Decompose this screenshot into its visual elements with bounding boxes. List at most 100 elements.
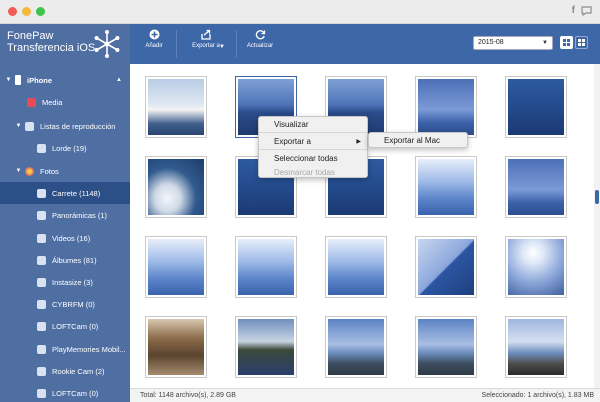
sidebar-item-label: Panorámicas (1) <box>52 210 108 220</box>
vertical-scrollbar[interactable] <box>594 64 600 388</box>
sidebar-item-label: Álbumes (81) <box>52 255 97 265</box>
sidebar-item-playlists[interactable]: ▼ Listas de reproducción <box>0 115 130 137</box>
photo-image <box>148 159 204 215</box>
close-window-button[interactable] <box>8 7 17 16</box>
photo-thumbnail[interactable] <box>235 236 297 298</box>
photo-thumbnail[interactable] <box>325 316 387 378</box>
sidebar-item-label: LOFTCam (0) <box>52 321 99 331</box>
photo-thumbnail[interactable] <box>235 316 297 378</box>
sidebar-item-panoramas[interactable]: Panorámicas (1) <box>0 204 130 226</box>
photo-image <box>418 319 474 375</box>
menu-item-select-all[interactable]: Seleccionar todas <box>259 151 367 165</box>
toolbar-separator <box>236 30 237 58</box>
toolbar: Añadir Exportar a ▼ Actualizar 2015-08 ▼ <box>130 24 600 64</box>
photo-image <box>508 79 564 135</box>
playlist-icon <box>25 121 34 131</box>
snowflake-logo-icon <box>94 30 120 58</box>
sidebar-item-camera-roll[interactable]: Carrete (1148) <box>0 182 130 204</box>
sidebar-item-label: Rookie Cam (2) <box>52 366 105 376</box>
album-icon <box>37 321 46 331</box>
facebook-icon[interactable]: f <box>572 5 575 16</box>
sidebar-item-label: PlayMemories Mobil... <box>52 344 126 354</box>
photo-thumbnail[interactable] <box>415 236 477 298</box>
minimize-window-button[interactable] <box>22 7 31 16</box>
album-icon <box>37 188 46 198</box>
sidebar-item-label: Fotos <box>40 166 59 176</box>
photo-image <box>148 319 204 375</box>
photo-thumbnail[interactable] <box>505 76 567 138</box>
photo-image <box>148 79 204 135</box>
photo-thumbnail[interactable] <box>145 316 207 378</box>
sidebar: FonePaw Transferencia iOS ▼ iPhone ▲ Med… <box>0 24 130 402</box>
photo-image <box>148 239 204 295</box>
photo-image <box>418 239 474 295</box>
sidebar-item-albums[interactable]: Álbumes (81) <box>0 249 130 271</box>
album-icon <box>37 255 46 265</box>
submenu-arrow-icon: ▶ <box>356 139 361 145</box>
sidebar-item-label: Carrete (1148) <box>52 188 101 198</box>
chat-icon[interactable] <box>581 5 592 16</box>
sidebar-item-instasize[interactable]: Instasize (3) <box>0 271 130 293</box>
photo-thumbnail[interactable] <box>505 316 567 378</box>
sidebar-item-rookie-cam[interactable]: Rookie Cam (2) <box>0 360 130 382</box>
date-filter-select[interactable]: 2015-08 ▼ <box>473 36 553 50</box>
grid-icon <box>563 39 570 46</box>
album-icon <box>37 388 46 398</box>
menu-separator <box>259 132 367 133</box>
sidebar-item-label: Media <box>42 97 63 107</box>
sidebar-item-videos[interactable]: Videos (16) <box>0 227 130 249</box>
list-view-button[interactable] <box>575 36 588 49</box>
photo-thumbnail[interactable] <box>415 316 477 378</box>
sidebar-item-loftcam[interactable]: LOFTCam (0) <box>0 315 130 337</box>
sidebar-item-label: Lorde (19) <box>52 143 87 153</box>
sidebar-item-playmemories[interactable]: PlayMemories Mobil... <box>0 338 130 360</box>
photo-thumbnail[interactable] <box>505 236 567 298</box>
scrollbar-thumb[interactable] <box>595 190 599 204</box>
photo-image <box>508 239 564 295</box>
menu-item-preview[interactable]: Visualizar <box>259 117 367 131</box>
export-dropdown-icon[interactable]: ▼ <box>219 44 225 50</box>
photo-thumbnail[interactable] <box>145 156 207 218</box>
sidebar-item-media[interactable]: Media <box>0 91 130 113</box>
add-button[interactable]: Añadir <box>142 29 166 49</box>
menu-item-deselect-all: Desmarcar todas <box>274 168 335 177</box>
grid-view-button[interactable] <box>560 36 573 49</box>
device-label: iPhone <box>27 75 53 85</box>
sidebar-item-cybrfm[interactable]: CYBRFM (0) <box>0 293 130 315</box>
album-icon <box>37 344 46 354</box>
photo-image <box>508 159 564 215</box>
expand-arrow-icon[interactable]: ▼ <box>15 123 22 130</box>
music-icon <box>27 97 36 107</box>
context-menu: Visualizar Exportar a ▶ Seleccionar toda… <box>258 116 368 178</box>
expand-arrow-icon[interactable]: ▼ <box>5 77 12 84</box>
zoom-window-button[interactable] <box>36 7 45 16</box>
expand-arrow-icon[interactable]: ▼ <box>15 168 22 175</box>
sidebar-item-label: Videos (16) <box>52 233 91 243</box>
refresh-button[interactable]: Actualizar <box>244 29 276 49</box>
add-icon <box>149 29 159 40</box>
sidebar-item-photos[interactable]: ▼ Fotos <box>0 160 130 182</box>
share-icon <box>201 29 211 40</box>
refresh-icon <box>255 30 265 40</box>
sidebar-device-iphone[interactable]: ▼ iPhone ▲ <box>0 69 130 91</box>
photo-thumbnail[interactable] <box>145 236 207 298</box>
photo-thumbnail[interactable] <box>415 156 477 218</box>
photo-thumbnail[interactable] <box>505 156 567 218</box>
sidebar-item-label: Listas de reproducción <box>40 121 116 131</box>
collapse-icon[interactable]: ▲ <box>116 77 122 83</box>
photo-thumbnail[interactable] <box>415 76 477 138</box>
sidebar-item-loftcam-2[interactable]: LOFTCam (0) <box>0 382 130 402</box>
photo-image <box>328 319 384 375</box>
sidebar-item-lorde[interactable]: Lorde (19) <box>0 137 130 159</box>
submenu-export-mac[interactable]: Exportar al Mac <box>368 132 468 148</box>
photo-thumbnail[interactable] <box>325 236 387 298</box>
iphone-icon <box>15 75 21 85</box>
menu-separator <box>259 149 367 150</box>
menu-item-export-to[interactable]: Exportar a ▶ <box>259 134 367 148</box>
grid-large-icon <box>578 39 585 46</box>
sidebar-item-label: LOFTCam (0) <box>52 388 99 398</box>
photo-thumbnail[interactable] <box>145 76 207 138</box>
add-label: Añadir <box>145 43 163 49</box>
sidebar-item-label: CYBRFM (0) <box>52 299 95 309</box>
date-filter-value: 2015-08 <box>478 39 504 46</box>
